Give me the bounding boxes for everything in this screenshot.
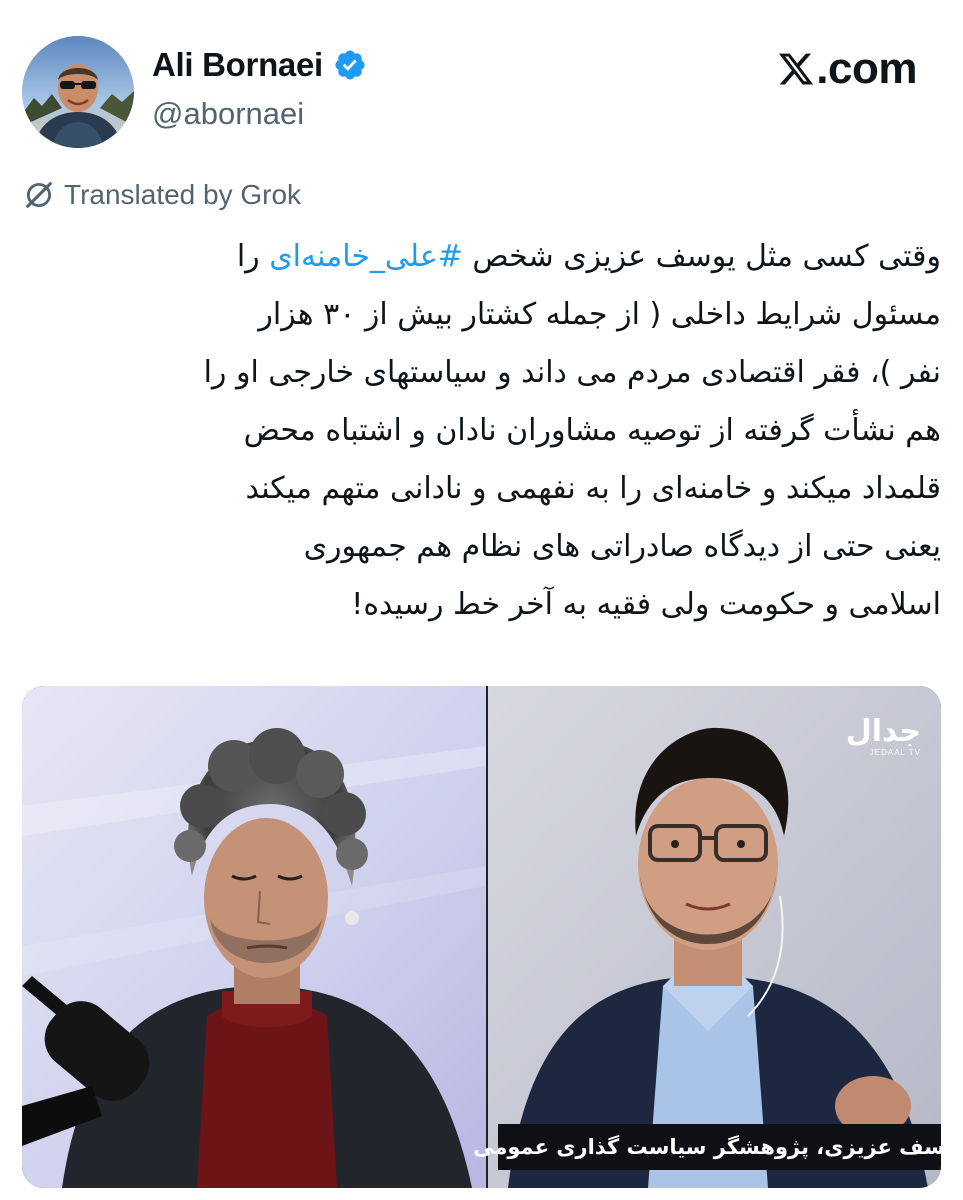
- video-panel-host: [22, 686, 486, 1188]
- watermark-subtitle: JEDAAL TV: [869, 748, 921, 757]
- author-name[interactable]: Ali Bornaei: [152, 46, 323, 84]
- author-avatar[interactable]: [22, 36, 134, 148]
- translation-label: Translated by Grok: [64, 179, 302, 210]
- author-name-row[interactable]: Ali Bornaei: [152, 46, 367, 84]
- tweet-line: هم نشأت گرفته از توصیه مشاوران نادان و ا…: [243, 413, 941, 448]
- translation-notice[interactable]: Translated by Grok: [22, 178, 301, 212]
- tweet-line: وقتی کسی مثل یوسف عزیزی شخص #علی_خامنه‌ا…: [18, 228, 941, 286]
- author-handle[interactable]: @abornaei: [152, 96, 304, 132]
- tweet-text: وقتی کسی مثل یوسف عزیزی شخص #علی_خامنه‌ا…: [18, 228, 941, 634]
- video-panel-guest: جدال JEDAAL TV: [488, 686, 941, 1188]
- grok-icon: [22, 178, 56, 212]
- hashtag-link[interactable]: #علی_خامنه‌ای: [269, 239, 463, 274]
- site-logo-text: .com: [816, 44, 917, 93]
- channel-watermark: جدال JEDAAL TV: [845, 714, 921, 758]
- tweet-line: مسئول شرایط داخلی ( از جمله کشتار بیش از…: [258, 297, 941, 332]
- lower-third-caption: یوسف عزیزی، پژوهشگر سیاست گذاری عمومی: [473, 1124, 941, 1170]
- caption-text: یوسف عزیزی، پژوهشگر سیاست گذاری عمومی: [473, 1135, 941, 1159]
- tweet-text-fragment: وقتی کسی مثل یوسف عزیزی شخص: [462, 239, 941, 274]
- tweet-media-image[interactable]: جدال JEDAAL TV یوسف عزیزی، پژوهشگر سیاست…: [22, 686, 941, 1188]
- watermark-logo: جدال: [845, 714, 921, 749]
- tweet-line: اسلامی و حکومت ولی فقیه به آخر خط رسیده!: [351, 587, 941, 622]
- tweet-line: یعنی حتی از دیدگاه صادراتی های نظام هم ج…: [303, 529, 941, 564]
- verified-badge-icon: [333, 48, 367, 82]
- tweet-text-fragment: را: [236, 239, 270, 274]
- x-logo-icon: [777, 50, 815, 88]
- tweet-line: نفر )، فقر اقتصادی مردم می داند و سیاسته…: [203, 355, 941, 390]
- site-logo[interactable]: .com: [777, 44, 917, 94]
- tweet-line: قلمداد میکند و خامنه‌ای را به نفهمی و نا…: [245, 471, 942, 506]
